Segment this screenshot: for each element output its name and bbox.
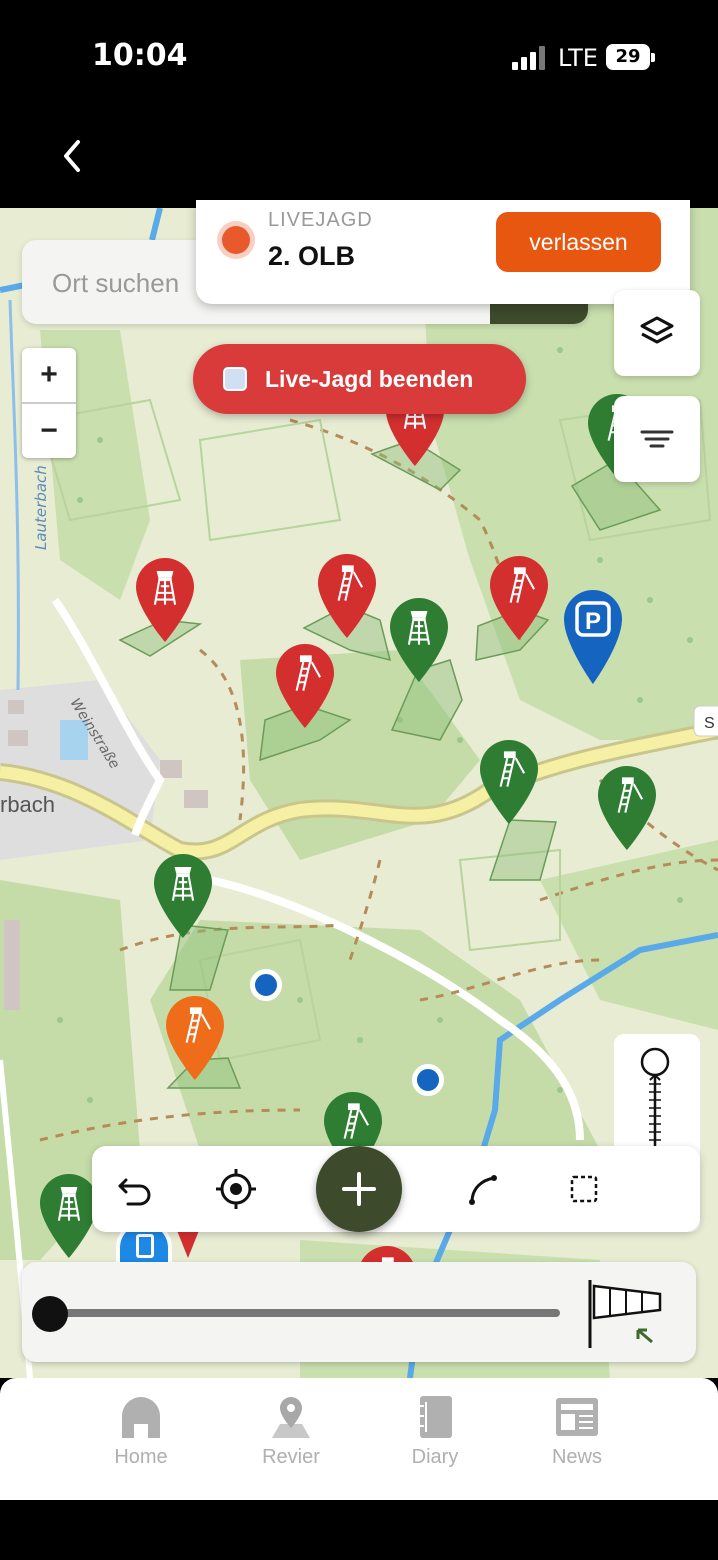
location-dot[interactable]: [412, 1064, 444, 1096]
book-icon: [136, 1234, 154, 1258]
zoom-in-button[interactable]: +: [22, 348, 76, 404]
news-icon: [556, 1398, 598, 1436]
chevron-left-icon: [64, 140, 80, 172]
layers-button[interactable]: [614, 290, 700, 376]
stand-pin-red[interactable]: [316, 552, 378, 652]
status-time: 10:04: [92, 38, 188, 73]
network-type: LTE: [558, 44, 598, 72]
back-button[interactable]: [58, 138, 88, 174]
stand-pin-green[interactable]: [478, 738, 540, 838]
live-hunt-label: LIVEJAGD: [268, 209, 373, 231]
add-icon: [342, 1172, 376, 1206]
end-live-hunt-label: Live-Jagd beenden: [265, 366, 474, 392]
stand-pin-green[interactable]: [152, 852, 214, 952]
end-live-hunt-button[interactable]: Live-Jagd beenden: [193, 344, 526, 414]
stand-pin-red[interactable]: [356, 1244, 418, 1264]
tab-diary[interactable]: Diary: [370, 1390, 500, 1480]
undo-icon: [118, 1178, 151, 1206]
add-button[interactable]: [316, 1146, 402, 1232]
timeline-slider-knob[interactable]: [32, 1296, 68, 1332]
live-indicator-dot: [222, 226, 250, 254]
select-rectangle-icon: [570, 1175, 598, 1203]
map-label-village: rbach: [0, 792, 55, 817]
battery-icon: 29: [606, 44, 655, 70]
undo-button[interactable]: [112, 1166, 158, 1212]
tab-news-label: News: [551, 1446, 602, 1468]
windsock-icon[interactable]: [584, 1276, 668, 1352]
svg-text:P: P: [585, 608, 601, 635]
locate-button[interactable]: [213, 1166, 259, 1212]
tab-news[interactable]: News: [512, 1390, 642, 1480]
filter-button[interactable]: [614, 396, 700, 482]
stand-pin-red[interactable]: [274, 642, 336, 742]
stand-pin-green[interactable]: [38, 1172, 100, 1262]
nav-bar: [0, 120, 718, 210]
curve-icon: [469, 1175, 497, 1205]
live-hunt-name: 2. OLB: [268, 241, 356, 271]
stand-pin-green[interactable]: [596, 764, 658, 864]
tab-revier[interactable]: Revier: [226, 1390, 356, 1480]
diary-icon: [418, 1396, 452, 1438]
stand-pin-green[interactable]: [388, 596, 450, 696]
stand-pin-red[interactable]: [134, 556, 196, 656]
select-area-button[interactable]: [561, 1166, 607, 1212]
tab-diary-label: Diary: [411, 1446, 459, 1468]
search-input[interactable]: Ort suchen: [52, 268, 179, 299]
home-icon: [122, 1397, 160, 1438]
leave-button[interactable]: verlassen: [496, 212, 661, 272]
filter-icon: [640, 430, 674, 448]
location-dot[interactable]: [250, 969, 282, 1001]
stand-pin-red[interactable]: [488, 554, 550, 654]
map-pin-icon: [272, 1397, 310, 1438]
tab-home-label: Home: [114, 1446, 168, 1468]
home-indicator-area: [0, 1500, 718, 1560]
zoom-control: + −: [22, 348, 76, 458]
stand-pin-orange[interactable]: [164, 994, 226, 1094]
map-label-road: S: [704, 715, 715, 732]
signal-icon: [512, 46, 548, 70]
timeline-track[interactable]: [48, 1309, 560, 1317]
draw-line-button[interactable]: [460, 1166, 506, 1212]
stop-icon: [223, 367, 247, 391]
layers-icon: [640, 316, 674, 344]
map-label-stream: Lauterbach: [32, 465, 50, 550]
zoom-out-button[interactable]: −: [22, 404, 76, 458]
tab-revier-label: Revier: [262, 1446, 320, 1468]
parking-pin[interactable]: P: [562, 586, 624, 686]
tab-home[interactable]: Home: [76, 1390, 206, 1480]
locate-icon: [216, 1169, 256, 1209]
